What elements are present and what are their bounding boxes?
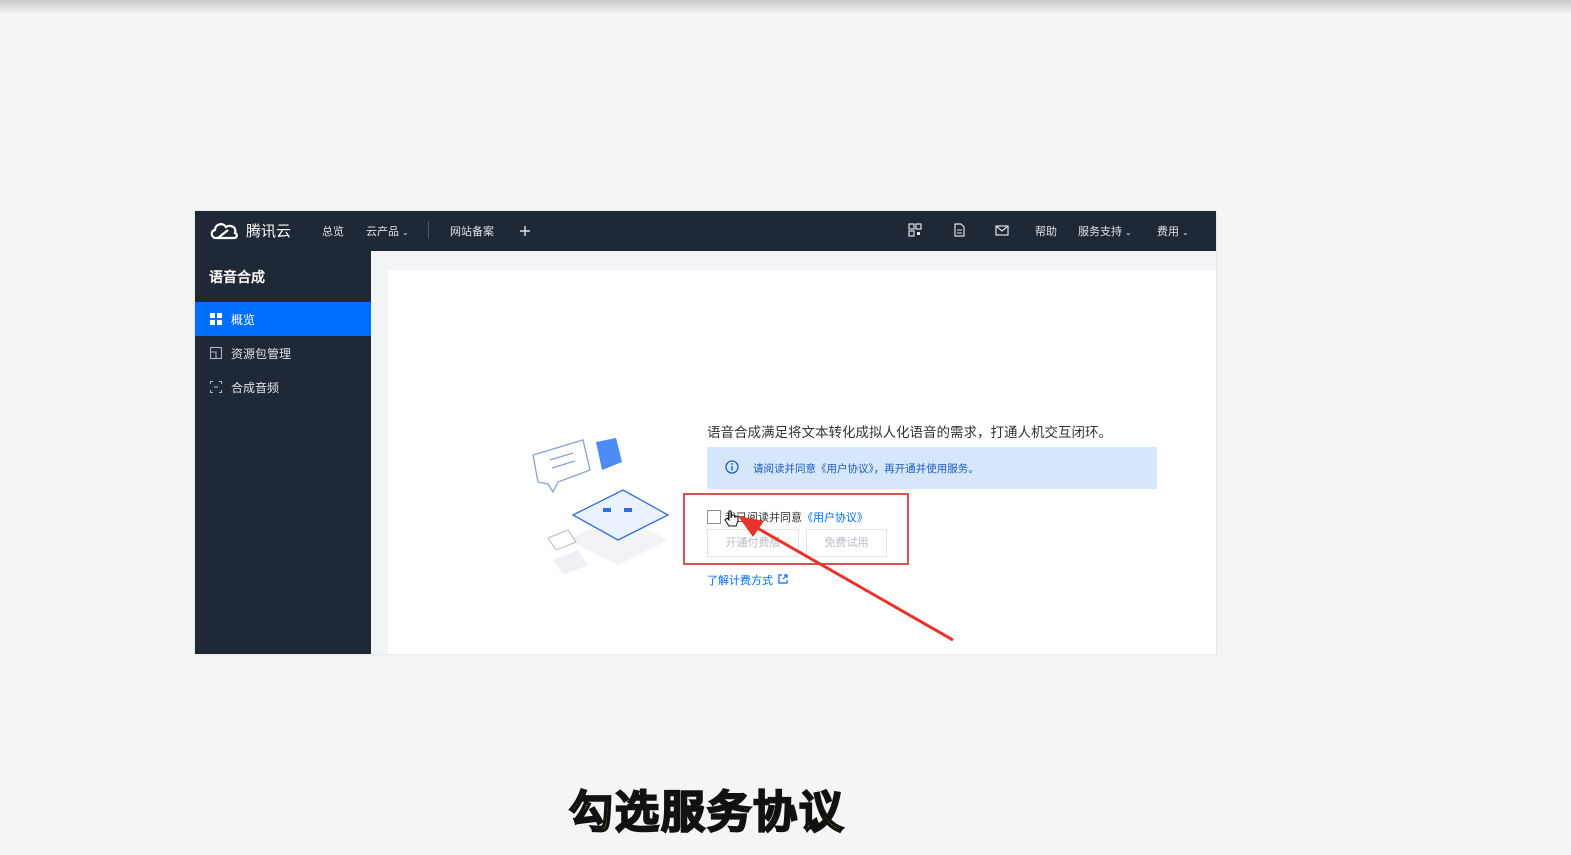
nav-billing-label: 费用 xyxy=(1157,225,1179,238)
console-window: 腾讯云 总览 云产品 ⌄ 网站备案 帮助 服务支持 ⌄ 费用 ⌄ 语音合成 概览… xyxy=(195,211,1216,654)
nav-products[interactable]: 云产品 ⌄ xyxy=(366,223,409,239)
speech-illustration-icon xyxy=(532,438,670,575)
grid-icon xyxy=(210,313,222,325)
top-navbar: 腾讯云 总览 云产品 ⌄ 网站备案 帮助 服务支持 ⌄ 费用 ⌄ xyxy=(195,211,1216,251)
billing-info-link[interactable]: 了解计费方式 xyxy=(707,572,788,588)
sidebar: 语音合成 概览 资源包管理 合成音频 xyxy=(195,251,371,654)
package-icon xyxy=(209,346,223,360)
sidebar-item-audio[interactable]: 合成音频 xyxy=(195,370,371,404)
nav-billing[interactable]: 费用 ⌄ xyxy=(1157,223,1189,239)
billing-link-label: 了解计费方式 xyxy=(707,574,773,587)
sidebar-item-packages[interactable]: 资源包管理 xyxy=(195,336,371,370)
nav-products-label: 云产品 xyxy=(366,225,399,238)
plus-icon[interactable] xyxy=(517,223,533,239)
highlight-annotation-box xyxy=(683,493,909,565)
brand-name[interactable]: 腾讯云 xyxy=(246,220,291,241)
main-content: 语音合成满足将文本转化成拟人化语音的需求，打通人机交互闭环。 请阅读并同意《用户… xyxy=(388,270,1216,654)
chevron-down-icon: ⌄ xyxy=(1125,228,1132,237)
chevron-down-icon: ⌄ xyxy=(1182,228,1189,237)
external-link-icon xyxy=(778,574,788,584)
nav-support[interactable]: 服务支持 ⌄ xyxy=(1078,223,1132,239)
info-icon xyxy=(725,460,739,474)
sidebar-item-overview[interactable]: 概览 xyxy=(195,302,371,336)
hand-cursor-icon xyxy=(724,510,739,527)
sidebar-item-label: 资源包管理 xyxy=(231,347,292,361)
agreement-notice: 请阅读并同意《用户协议》，再开通并使用服务。 xyxy=(707,447,1157,489)
nav-help[interactable]: 帮助 xyxy=(1035,223,1057,239)
top-shadow xyxy=(0,0,1571,14)
nav-support-label: 服务支持 xyxy=(1078,225,1122,238)
notice-text: 请阅读并同意《用户协议》，再开通并使用服务。 xyxy=(753,463,979,475)
scan-icon xyxy=(209,380,223,394)
chevron-down-icon: ⌄ xyxy=(402,228,409,237)
nav-filing[interactable]: 网站备案 xyxy=(450,223,494,239)
nav-divider xyxy=(428,221,429,239)
mail-icon[interactable] xyxy=(994,222,1010,238)
sidebar-item-label: 概览 xyxy=(231,313,256,327)
nav-overview[interactable]: 总览 xyxy=(322,223,344,239)
cloud-logo-icon[interactable] xyxy=(208,219,240,241)
document-icon[interactable] xyxy=(951,222,967,238)
service-description: 语音合成满足将文本转化成拟人化语音的需求，打通人机交互闭环。 xyxy=(707,425,1112,441)
sidebar-item-label: 合成音频 xyxy=(231,381,280,395)
video-caption: 勾选服务协议 xyxy=(568,786,845,839)
sidebar-title: 语音合成 xyxy=(209,270,265,286)
qr-code-icon[interactable] xyxy=(907,222,923,238)
